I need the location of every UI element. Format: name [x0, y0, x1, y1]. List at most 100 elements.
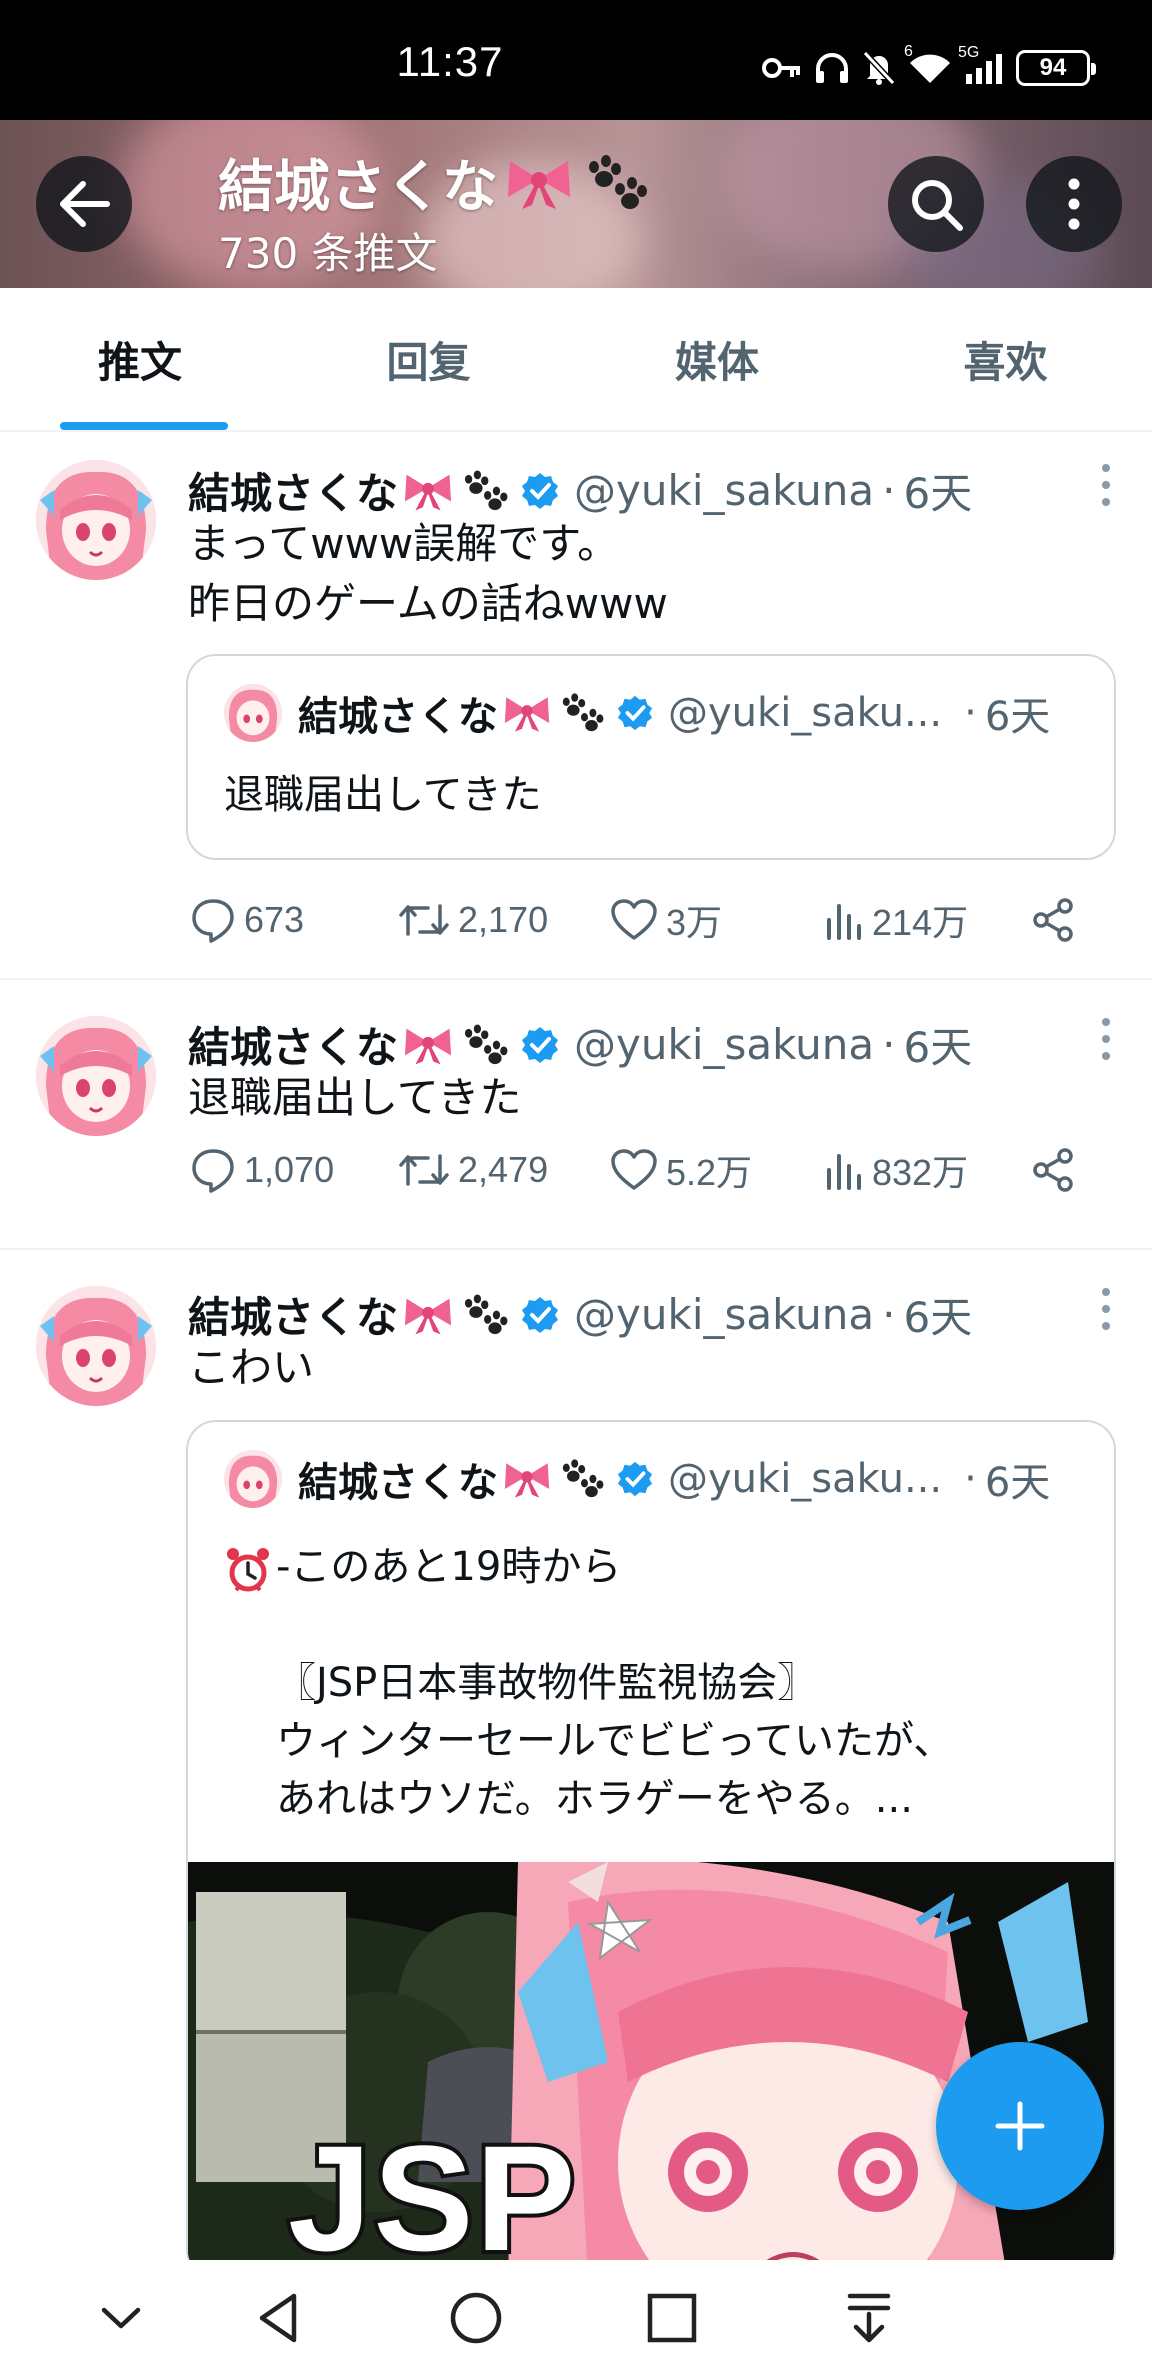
separator-dot: ·	[882, 1290, 896, 1339]
heart-icon	[611, 1149, 657, 1190]
quoted-tweet-header: 結城さくな @yuki_saku... · 6天	[224, 1450, 1050, 1508]
quoted-author-name: 結城さくな	[298, 1460, 498, 1506]
tweet-actions: 1,070 2,479 5.2万 832万	[188, 1140, 1098, 1200]
tweet-more-icon[interactable]	[1102, 1288, 1112, 1339]
author-handle[interactable]: @yuki_sakuna	[574, 1290, 874, 1339]
view-count: 214万	[872, 902, 969, 943]
quoted-author-handle: @yuki_saku...	[668, 1456, 943, 1502]
status-bar: 11:37 6 5G 94	[0, 0, 1152, 120]
reply-button[interactable]: 1,070	[190, 1140, 334, 1200]
ribbon-emoji-icon	[404, 1028, 452, 1064]
share-button[interactable]	[1030, 1140, 1076, 1200]
avatar[interactable]	[36, 1286, 156, 1406]
ribbon-emoji-icon	[404, 474, 452, 510]
search-button[interactable]	[888, 156, 984, 252]
tab-media[interactable]: 媒体	[575, 288, 864, 430]
reply-icon	[192, 1149, 234, 1193]
views-icon	[827, 904, 861, 940]
timestamp[interactable]: 6天	[903, 1014, 972, 1075]
active-tab-indicator	[60, 422, 228, 430]
author-name[interactable]: 結城さくな	[188, 460, 398, 521]
like-count: 5.2万	[666, 1152, 753, 1193]
timestamp[interactable]: 6天	[903, 460, 972, 521]
tweet-more-icon[interactable]	[1102, 1018, 1112, 1069]
ribbon-emoji-icon	[504, 1463, 550, 1498]
home-circle-icon[interactable]	[448, 2290, 504, 2346]
notification-pulldown-icon[interactable]	[844, 2290, 894, 2346]
vpn-key-icon	[762, 58, 800, 78]
retweet-button[interactable]: 2,479	[398, 1140, 548, 1200]
tab-label: 喜欢	[963, 337, 1048, 387]
quoted-tweet[interactable]: 結城さくな @yuki_saku... · 6天 退職届出してきた	[186, 654, 1116, 860]
wifi-badge: 6	[904, 43, 913, 60]
reply-count: 673	[244, 899, 305, 940]
ribbon-emoji-icon	[404, 1298, 452, 1334]
retweet-icon	[399, 904, 449, 936]
tweet[interactable]: 結城さくな @yuki_sakuna · 6天 まってwww誤解です。 昨日のゲ…	[0, 432, 1152, 980]
wifi-icon	[910, 54, 950, 83]
ribbon-emoji-icon	[504, 697, 550, 732]
author-name[interactable]: 結城さくな	[188, 1284, 398, 1345]
quoted-timestamp: 6天	[984, 694, 1051, 740]
like-button[interactable]: 5.2万	[610, 1140, 752, 1200]
back-button[interactable]	[36, 156, 132, 252]
like-button[interactable]: 3万	[610, 890, 722, 950]
like-count: 3万	[666, 902, 723, 943]
reply-count: 1,070	[244, 1149, 335, 1190]
search-icon	[912, 180, 963, 231]
quoted-tweet-text: 退職届出してきた	[224, 772, 542, 818]
tweet-header: 結城さくな @yuki_sakuna · 6天	[188, 1014, 972, 1075]
chevron-down-icon[interactable]	[96, 2290, 146, 2346]
back-triangle-icon[interactable]	[254, 2290, 304, 2346]
image-overlay-text: JSP	[284, 2110, 580, 2280]
avatar[interactable]	[36, 1016, 156, 1136]
alarm-clock-emoji-icon	[227, 1548, 269, 1592]
author-name[interactable]: 結城さくな	[188, 1014, 398, 1075]
tweet[interactable]: 結城さくな @yuki_sakuna · 6天 退職届出してきた 1,070 2…	[0, 980, 1152, 1250]
more-vertical-icon	[1068, 178, 1080, 230]
paw-prints-emoji-icon	[464, 1023, 508, 1064]
system-navigation-bar	[0, 2260, 1152, 2376]
paw-prints-emoji-icon	[562, 693, 604, 732]
retweet-count: 2,479	[458, 1149, 549, 1190]
heart-icon	[611, 899, 657, 940]
verified-badge-icon	[522, 1026, 559, 1063]
tweet-count: 730 条推文	[218, 229, 438, 278]
profile-header: 結城さくな 730 条推文	[0, 120, 1152, 288]
recents-square-icon[interactable]	[644, 2290, 700, 2346]
retweet-button[interactable]: 2,170	[398, 890, 548, 950]
verified-badge-icon	[617, 1461, 653, 1497]
tweet-text: 退職届出してきた	[188, 1073, 522, 1122]
tweet-header: 結城さくな @yuki_sakuna · 6天	[188, 460, 972, 521]
mute-bell-icon	[862, 50, 896, 86]
tab-likes[interactable]: 喜欢	[864, 288, 1152, 430]
tab-label: 媒体	[675, 337, 760, 387]
separator-dot: ·	[964, 1456, 977, 1502]
tweet-more-icon[interactable]	[1102, 464, 1112, 515]
plus-icon	[995, 2101, 1045, 2151]
quoted-author-handle: @yuki_saku...	[668, 690, 943, 736]
profile-tabs: 推文 回复 媒体 喜欢	[0, 288, 1152, 432]
author-handle[interactable]: @yuki_sakuna	[574, 466, 874, 515]
views-icon	[827, 1154, 861, 1190]
status-icons: 6 5G 94	[762, 43, 1096, 90]
tab-replies[interactable]: 回复	[287, 288, 576, 430]
views-button[interactable]: 214万	[824, 890, 968, 950]
headphones-icon	[816, 53, 848, 83]
separator-dot: ·	[964, 690, 977, 736]
quoted-timestamp: 6天	[984, 1460, 1051, 1506]
author-handle[interactable]: @yuki_sakuna	[574, 1020, 874, 1069]
compose-button[interactable]	[936, 2042, 1104, 2210]
quoted-tweet-text: -このあと19時から 〖JSP日本事故物件監視協会〗 ウィンターセールでビビって…	[276, 1544, 954, 1822]
reply-button[interactable]: 673	[190, 890, 304, 950]
tab-posts[interactable]: 推文	[0, 288, 287, 430]
tab-label: 推文	[98, 337, 183, 387]
more-button[interactable]	[1026, 156, 1122, 252]
share-button[interactable]	[1030, 890, 1076, 950]
views-button[interactable]: 832万	[824, 1140, 968, 1200]
separator-dot: ·	[882, 1020, 896, 1069]
avatar[interactable]	[36, 460, 156, 580]
ribbon-emoji-icon	[508, 160, 570, 209]
timestamp[interactable]: 6天	[903, 1284, 972, 1345]
share-icon	[1033, 898, 1073, 942]
